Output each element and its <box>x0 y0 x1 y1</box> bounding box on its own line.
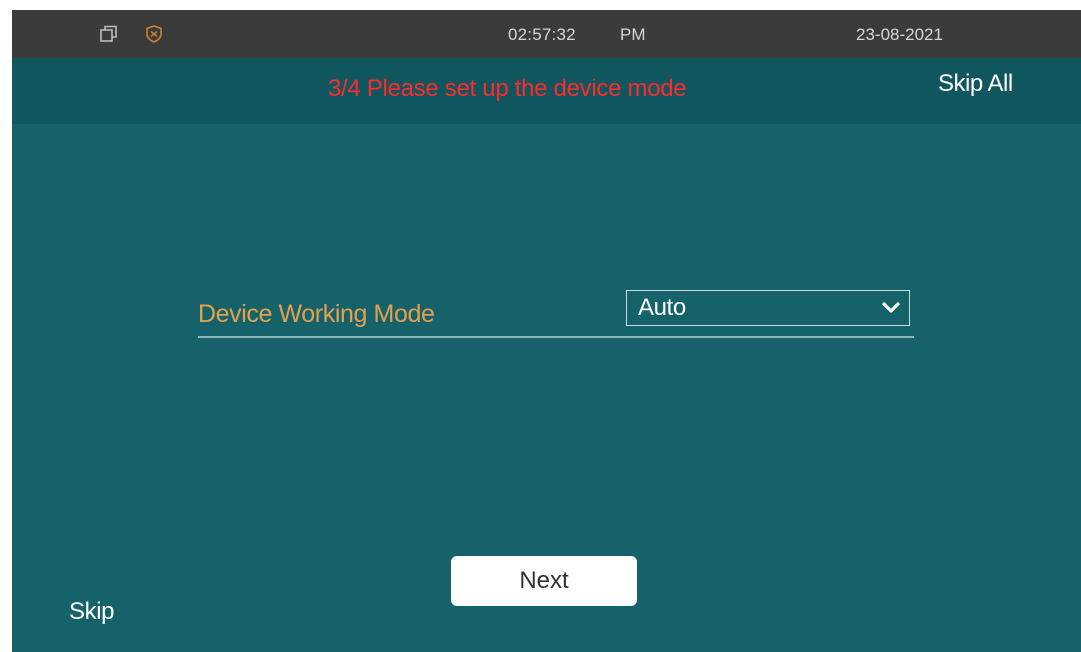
status-bar: 02:57:32 PM 23-08-2021 <box>12 10 1081 58</box>
status-date: 23-08-2021 <box>856 25 943 44</box>
next-button[interactable]: Next <box>451 556 637 606</box>
setup-wizard-screen: 02:57:32 PM 23-08-2021 3/4 Please set up… <box>12 10 1081 652</box>
device-working-mode-row: Device Working Mode Auto <box>198 290 914 340</box>
status-ampm: PM <box>620 25 646 44</box>
device-working-mode-label: Device Working Mode <box>198 300 435 328</box>
device-working-mode-value: Auto <box>638 294 686 321</box>
status-time: 02:57:32 <box>508 25 576 44</box>
chevron-down-icon <box>881 300 901 316</box>
window-restore-icon <box>99 24 119 44</box>
device-working-mode-select[interactable]: Auto <box>626 290 910 326</box>
divider <box>198 336 914 338</box>
header-bar: 3/4 Please set up the device mode Skip A… <box>12 58 1081 124</box>
page-title: 3/4 Please set up the device mode <box>328 75 687 102</box>
skip-all-button[interactable]: Skip All <box>938 70 1013 98</box>
shield-icon <box>144 24 164 44</box>
skip-button[interactable]: Skip <box>69 598 114 626</box>
next-button-label: Next <box>519 567 569 594</box>
